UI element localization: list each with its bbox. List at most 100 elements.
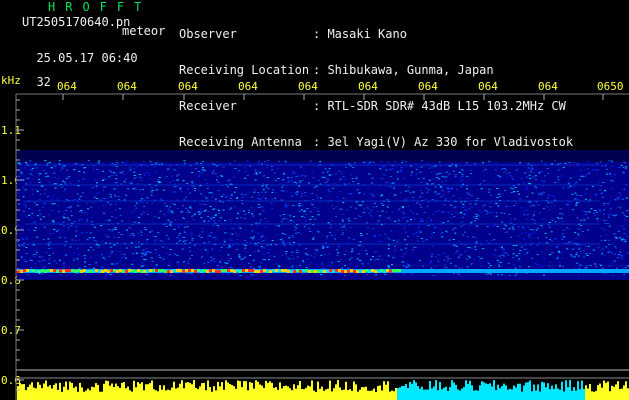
noise-pixel	[233, 191, 236, 193]
noise-pixel	[413, 218, 416, 219]
noise-pixel	[109, 246, 112, 248]
noise-pixel	[270, 165, 273, 167]
noise-pixel	[172, 191, 175, 193]
noise-pixel	[420, 166, 423, 168]
noise-pixel	[416, 213, 419, 215]
noise-pixel	[600, 235, 603, 237]
noise-pixel	[258, 222, 261, 224]
noise-pixel	[203, 210, 206, 212]
noise-pixel	[534, 220, 536, 222]
noise-pixel	[342, 232, 345, 234]
noise-pixel	[291, 245, 294, 247]
noise-pixel	[84, 266, 87, 267]
noise-pixel	[466, 258, 469, 260]
carrier-intensity	[284, 269, 287, 272]
noise-pixel	[222, 244, 225, 246]
noise-pixel	[500, 177, 503, 179]
noise-pixel	[308, 227, 311, 229]
noise-pixel	[430, 183, 433, 185]
noise-pixel	[113, 244, 116, 246]
noise-pixel	[194, 213, 196, 215]
noise-pixel	[101, 240, 104, 242]
signal-band-edge	[17, 150, 629, 162]
noise-pixel	[553, 195, 556, 197]
noise-pixel	[290, 177, 293, 179]
noise-pixel	[137, 232, 140, 234]
noise-pixel	[235, 187, 238, 188]
noise-pixel	[249, 242, 252, 243]
noise-pixel	[228, 266, 231, 268]
noise-pixel	[105, 178, 108, 180]
noise-pixel	[576, 194, 579, 196]
noise-pixel	[374, 251, 377, 253]
noise-pixel	[133, 221, 136, 223]
level-bar	[279, 382, 281, 400]
carrier-intensity	[182, 270, 185, 273]
noise-pixel	[501, 168, 504, 170]
noise-pixel	[612, 275, 615, 276]
noise-pixel	[383, 166, 386, 168]
noise-pixel	[93, 196, 96, 198]
level-bar	[527, 382, 529, 400]
noise-pixel	[280, 199, 283, 201]
noise-pixel	[211, 162, 214, 164]
noise-pixel	[548, 226, 551, 228]
noise-pixel	[167, 264, 170, 266]
noise-pixel	[559, 162, 562, 164]
noise-pixel	[274, 197, 277, 199]
noise-pixel	[312, 199, 315, 200]
level-bar	[585, 385, 587, 400]
noise-pixel	[183, 261, 186, 263]
noise-pixel	[489, 201, 492, 203]
level-bar	[387, 381, 389, 400]
carrier-intensity	[68, 269, 71, 272]
noise-pixel	[125, 247, 128, 249]
noise-pixel	[105, 242, 107, 244]
noise-pixel	[224, 262, 227, 264]
level-bar	[97, 384, 99, 400]
noise-pixel	[503, 255, 506, 257]
noise-pixel	[443, 259, 446, 261]
noise-pixel	[22, 245, 25, 247]
noise-pixel	[279, 215, 282, 217]
noise-pixel	[114, 182, 117, 184]
noise-pixel	[626, 235, 629, 237]
noise-pixel	[204, 249, 207, 251]
noise-pixel	[460, 201, 463, 203]
level-bar	[281, 388, 283, 400]
noise-pixel	[304, 175, 307, 177]
noise-pixel	[494, 249, 497, 251]
level-bar	[381, 390, 383, 400]
noise-pixel	[431, 224, 434, 226]
noise-pixel	[241, 203, 244, 204]
noise-pixel	[620, 225, 623, 227]
level-bar	[395, 387, 397, 400]
noise-pixel	[253, 191, 256, 193]
noise-pixel	[460, 254, 462, 256]
noise-pixel	[95, 262, 98, 264]
noise-pixel	[385, 211, 387, 213]
noise-pixel	[257, 163, 260, 164]
noise-pixel	[271, 208, 274, 210]
noise-pixel	[62, 225, 65, 226]
noise-pixel	[156, 162, 158, 163]
level-bar	[503, 383, 505, 400]
noise-pixel	[70, 225, 73, 227]
noise-pixel	[120, 234, 123, 235]
carrier-intensity	[350, 269, 353, 272]
level-bar	[471, 385, 473, 400]
noise-pixel	[95, 186, 98, 188]
noise-pixel	[222, 209, 225, 211]
noise-pixel	[387, 248, 390, 250]
noise-pixel	[435, 211, 437, 212]
noise-pixel	[20, 256, 23, 258]
noise-pixel	[521, 226, 524, 228]
noise-pixel	[215, 213, 217, 215]
noise-pixel	[32, 256, 35, 258]
noise-pixel	[621, 238, 624, 240]
noise-pixel	[150, 194, 153, 196]
noise-pixel	[28, 214, 30, 216]
level-bar	[17, 386, 19, 400]
noise-pixel	[585, 265, 588, 266]
noise-pixel	[101, 256, 104, 258]
